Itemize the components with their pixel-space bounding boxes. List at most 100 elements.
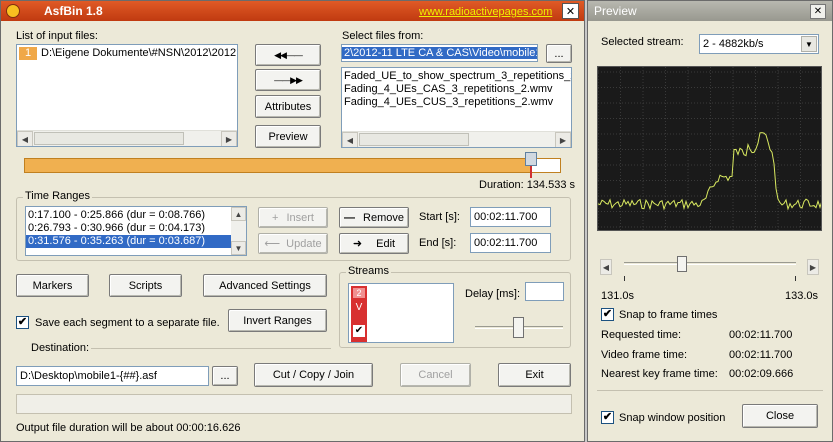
position-slider-thumb-icon[interactable] bbox=[677, 256, 688, 272]
scroll-up-icon[interactable]: ▲ bbox=[231, 207, 246, 221]
end-field[interactable]: 00:02:11.700 bbox=[470, 233, 551, 253]
browse-source-button[interactable]: ... bbox=[546, 44, 572, 63]
delay-slider[interactable] bbox=[475, 308, 563, 340]
attributes-button[interactable]: Attributes bbox=[255, 95, 321, 118]
input-file-row[interactable]: 1 D:\Eigene Dokumente\#NSN\2012\2012 bbox=[17, 47, 237, 60]
close-icon[interactable]: ✕ bbox=[810, 4, 826, 19]
time-range-row-selected[interactable]: 0:31.576 - 0:35.263 (dur = 0:03.687) bbox=[26, 235, 232, 248]
preview-title: Preview bbox=[594, 4, 637, 18]
scroll-thumb[interactable] bbox=[359, 133, 469, 146]
minus-icon: — bbox=[344, 211, 356, 224]
timeline-handle-icon[interactable] bbox=[525, 152, 538, 166]
source-file-row[interactable]: Faded_UE_to_show_spectrum_3_repetitions_… bbox=[342, 70, 571, 83]
insert-button-label: Insert bbox=[286, 211, 314, 224]
scroll-right-icon[interactable]: ▶ bbox=[221, 131, 237, 146]
remove-button-label: Remove bbox=[363, 211, 404, 224]
remove-button[interactable]: — Remove bbox=[339, 207, 409, 228]
spectrum-preview bbox=[597, 66, 822, 231]
markers-button[interactable]: Markers bbox=[16, 274, 89, 297]
snap-frame-checkbox[interactable]: ✔ bbox=[601, 308, 614, 321]
chevron-down-icon[interactable]: ▼ bbox=[801, 36, 817, 52]
move-right-button[interactable]: ——▶▶ bbox=[255, 69, 321, 91]
website-link[interactable]: www.radioactivepages.com bbox=[419, 6, 552, 18]
scroll-thumb[interactable] bbox=[34, 132, 184, 145]
edit-button[interactable]: ➜ Edit bbox=[339, 233, 409, 254]
advanced-settings-button[interactable]: Advanced Settings bbox=[203, 274, 327, 297]
selected-stream-label: Selected stream: bbox=[601, 36, 684, 48]
move-left-button[interactable]: ◀◀—— bbox=[255, 44, 321, 66]
browse-destination-button[interactable]: ... bbox=[212, 366, 238, 386]
destination-field[interactable]: D:\Desktop\mobile1-{##}.asf bbox=[16, 366, 209, 386]
close-button[interactable]: Close bbox=[742, 404, 818, 428]
time-range-row[interactable]: 0:17.100 - 0:25.866 (dur = 0:08.766) bbox=[26, 209, 232, 222]
close-icon[interactable]: ✕ bbox=[562, 3, 579, 19]
scroll-left-icon[interactable]: ◀ bbox=[17, 131, 33, 146]
position-slider[interactable] bbox=[624, 256, 796, 282]
destination-divider bbox=[91, 348, 331, 349]
preview-titlebar: Preview ✕ bbox=[588, 1, 832, 21]
time-ranges-label: Time Ranges bbox=[23, 190, 93, 202]
start-label: Start [s]: bbox=[419, 211, 460, 223]
scroll-right-icon[interactable]: ▶ bbox=[555, 132, 571, 147]
source-files-list[interactable]: Faded_UE_to_show_spectrum_3_repetitions_… bbox=[341, 67, 572, 148]
cut-copy-join-button[interactable]: Cut / Copy / Join bbox=[254, 363, 373, 387]
main-window: AsfBin 1.8 www.radioactivepages.com ✕ Li… bbox=[0, 0, 585, 442]
input-files-list[interactable]: 1 D:\Eigene Dokumente\#NSN\2012\2012 ◀ ▶ bbox=[16, 44, 238, 147]
video-frame-time-label: Video frame time: bbox=[601, 349, 688, 361]
scroll-left-icon[interactable]: ◀ bbox=[342, 132, 358, 147]
save-each-label: Save each segment to a separate file. bbox=[35, 317, 220, 329]
time-ranges-list[interactable]: 0:17.100 - 0:25.866 (dur = 0:08.766) 0:2… bbox=[25, 206, 247, 256]
streams-label: Streams bbox=[346, 265, 391, 277]
source-files-scrollbar[interactable]: ◀ ▶ bbox=[342, 131, 571, 147]
time-range-row[interactable]: 0:26.793 - 0:30.966 (dur = 0:04.173) bbox=[26, 222, 232, 235]
start-field[interactable]: 00:02:11.700 bbox=[470, 207, 551, 227]
main-titlebar: AsfBin 1.8 www.radioactivepages.com ✕ bbox=[1, 1, 584, 21]
slider-max-label: 133.0s bbox=[785, 290, 819, 302]
stream-select[interactable]: 2 - 4882kb/s ▼ bbox=[699, 34, 819, 54]
requested-time-label: Requested time: bbox=[601, 329, 682, 341]
time-ranges-scrollbar[interactable]: ▲ ▼ bbox=[231, 207, 246, 255]
snap-frame-label: Snap to frame times bbox=[619, 309, 718, 321]
destination-label: Destination: bbox=[31, 342, 90, 354]
plus-icon: + bbox=[272, 211, 279, 224]
slider-right-icon[interactable]: ▶ bbox=[807, 259, 819, 275]
timeline-position-marker bbox=[530, 166, 533, 178]
app-logo-icon bbox=[6, 4, 20, 18]
timeline-fill bbox=[25, 159, 531, 172]
snap-window-checkbox[interactable]: ✔ bbox=[601, 411, 614, 424]
preview-button[interactable]: Preview bbox=[255, 125, 321, 148]
update-button[interactable]: ⟵ Update bbox=[258, 233, 328, 254]
edit-button-label: Edit bbox=[376, 237, 396, 250]
nearest-key-time-label: Nearest key frame time: bbox=[601, 368, 718, 380]
cancel-button[interactable]: Cancel bbox=[400, 363, 471, 387]
delay-label: Delay [ms]: bbox=[465, 288, 521, 300]
delay-field[interactable] bbox=[525, 282, 564, 301]
preview-window: Preview ✕ Selected stream: 2 - 4882kb/s … bbox=[587, 0, 833, 442]
exit-button[interactable]: Exit bbox=[498, 363, 571, 387]
window-title: AsfBin 1.8 bbox=[44, 4, 103, 18]
snap-window-label: Snap window position bbox=[619, 412, 726, 424]
input-files-label: List of input files: bbox=[16, 30, 98, 42]
input-files-scrollbar[interactable]: ◀ ▶ bbox=[17, 130, 237, 146]
input-file-path: D:\Eigene Dokumente\#NSN\2012\2012 bbox=[41, 47, 237, 59]
end-label: End [s]: bbox=[419, 237, 457, 249]
select-path-text: 2\2012-11 LTE CA & CAS\Video\mobile1 bbox=[342, 47, 537, 59]
streams-list[interactable]: 2 V ✔ bbox=[348, 283, 454, 343]
stream-item[interactable]: 2 V ✔ bbox=[351, 286, 367, 342]
select-files-label: Select files from: bbox=[342, 30, 424, 42]
slider-tick bbox=[795, 276, 796, 281]
stream-checkbox[interactable]: ✔ bbox=[353, 325, 365, 337]
video-frame-time-value: 00:02:11.700 bbox=[729, 349, 793, 361]
save-each-checkbox[interactable]: ✔ bbox=[16, 316, 29, 329]
slider-left-icon[interactable]: ◀ bbox=[600, 259, 612, 275]
scroll-down-icon[interactable]: ▼ bbox=[231, 241, 246, 255]
source-file-row[interactable]: Fading_4_UEs_CAS_3_repetitions_2.wmv bbox=[342, 83, 571, 96]
arrow-right-icon: ➜ bbox=[352, 238, 363, 250]
insert-button[interactable]: + Insert bbox=[258, 207, 328, 228]
timeline-bar[interactable] bbox=[24, 158, 561, 173]
select-path-field[interactable]: 2\2012-11 LTE CA & CAS\Video\mobile1 bbox=[341, 44, 538, 62]
source-file-row[interactable]: Fading_4_UEs_CUS_3_repetitions_2.wmv bbox=[342, 96, 571, 109]
invert-ranges-button[interactable]: Invert Ranges bbox=[228, 309, 327, 332]
scripts-button[interactable]: Scripts bbox=[109, 274, 182, 297]
slider-thumb-icon[interactable] bbox=[513, 317, 524, 338]
